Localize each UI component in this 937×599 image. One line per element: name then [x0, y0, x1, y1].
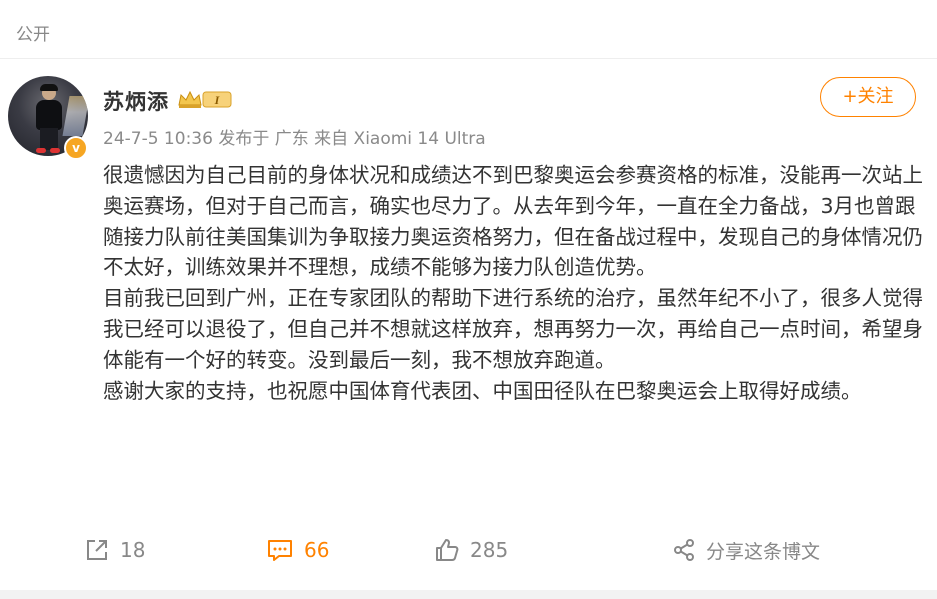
post-paragraph: 感谢大家的支持，也祝愿中国体育代表团、中国田径队在巴黎奥运会上取得好成绩。	[103, 378, 862, 403]
post-content: 很遗憾因为自己目前的身体状况和成绩达不到巴黎奥运会参赛资格的标准，没能再一次站上…	[103, 160, 923, 406]
comment-count: 66	[304, 538, 330, 562]
share-label: 分享这条博文	[706, 540, 821, 563]
username[interactable]: 苏炳添	[103, 86, 169, 116]
divider	[0, 58, 937, 59]
comment-button[interactable]: 66	[266, 528, 329, 572]
post-time[interactable]: 24-7-5 10:36	[103, 129, 213, 149]
action-bar: 18 66 285 分享这条博文	[0, 528, 937, 572]
repost-icon	[87, 540, 107, 560]
crown-level-icon: I	[178, 90, 232, 108]
divider	[0, 590, 937, 599]
follow-button[interactable]: +关注	[820, 77, 916, 117]
share-icon	[674, 539, 694, 561]
like-count: 285	[470, 538, 509, 562]
repost-count: 18	[120, 538, 146, 562]
post-meta: 24-7-5 10:36 发布于 广东 来自 Xiaomi 14 Ultra	[103, 124, 486, 149]
post-header-bar: 公开	[0, 0, 937, 58]
share-button[interactable]: 分享这条博文	[672, 528, 820, 572]
repost-button[interactable]: 18	[84, 528, 145, 572]
verified-badge-icon: v	[64, 136, 88, 160]
post-location: 发布于 广东	[218, 129, 309, 149]
thumbs-up-icon	[436, 539, 459, 561]
post-paragraph: 目前我已回到广州，正在专家团队的帮助下进行系统的治疗，虽然年纪不小了，很多人觉得…	[103, 286, 923, 372]
visibility-label: 公开	[16, 25, 50, 45]
like-button[interactable]: 285	[434, 528, 508, 572]
comment-icon	[268, 540, 292, 561]
post-paragraph: 很遗憾因为自己目前的身体状况和成绩达不到巴黎奥运会参赛资格的标准，没能再一次站上…	[103, 163, 923, 280]
post-source: 来自 Xiaomi 14 Ultra	[314, 129, 486, 149]
